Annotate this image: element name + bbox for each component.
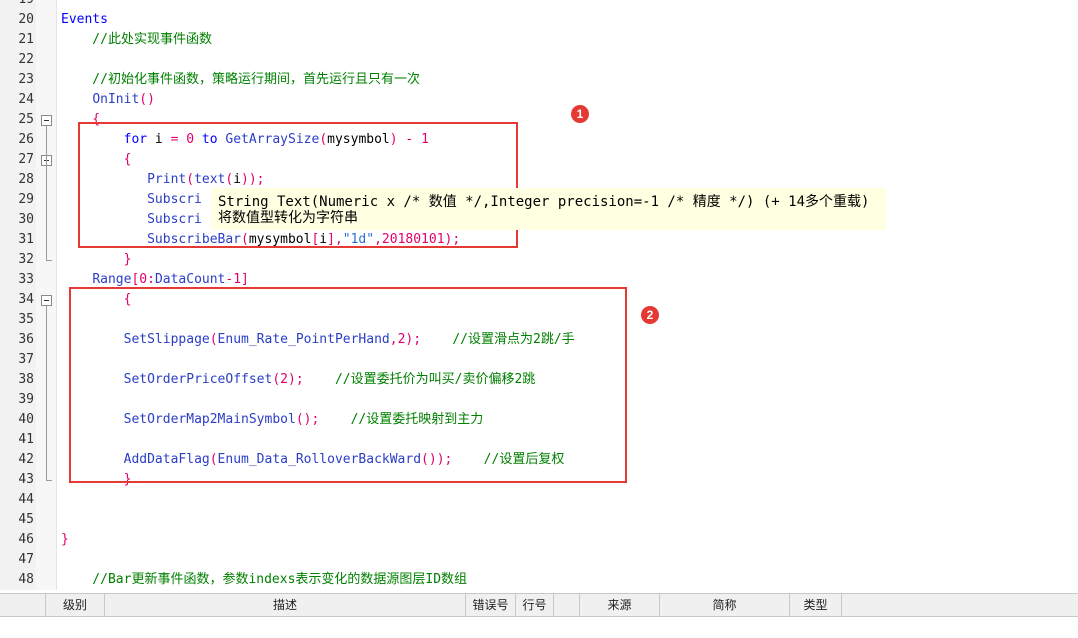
code-token: 0 <box>139 272 148 287</box>
column-header-error-no[interactable]: 错误号 <box>466 594 516 616</box>
annotation-badge-2: 2 <box>641 306 659 324</box>
code-token: } <box>61 252 132 267</box>
fold-guide-line <box>46 306 47 480</box>
line-number: 45 <box>18 512 34 527</box>
code-token: ] <box>241 272 249 287</box>
column-header-description[interactable]: 描述 <box>105 594 466 616</box>
line-number: 40 <box>18 412 34 427</box>
line-number: 43 <box>18 472 34 487</box>
column-header-short-name[interactable]: 简称 <box>660 594 790 616</box>
code-line[interactable]: Events <box>61 10 108 30</box>
line-number: 41 <box>18 432 34 447</box>
line-number: 35 <box>18 312 34 327</box>
code-token: OnInit <box>92 92 140 107</box>
code-token: 1 <box>233 272 242 287</box>
line-number: 48 <box>18 572 34 587</box>
line-number: 22 <box>18 52 34 67</box>
column-header-gap <box>554 594 580 616</box>
column-header-source[interactable]: 来源 <box>580 594 660 616</box>
fold-guide-line <box>46 126 47 260</box>
line-number: 19 <box>0 0 34 7</box>
code-line[interactable]: //Bar更新事件函数，参数indexs表示变化的数据源图层ID数组 <box>61 570 467 590</box>
line-number: 46 <box>18 532 34 547</box>
code-token: Events <box>61 12 108 27</box>
line-number: 32 <box>18 252 34 267</box>
line-number: 42 <box>18 452 34 467</box>
output-panel: 级别 描述 错误号 行号 来源 简称 类型 <box>0 590 1078 638</box>
line-number: 33 <box>18 272 34 287</box>
annotation-box-2 <box>69 287 627 483</box>
column-header-blank <box>0 594 46 616</box>
line-number: 29 <box>18 192 34 207</box>
line-number: 27 <box>18 152 34 167</box>
line-number: 23 <box>18 72 34 87</box>
line-number: 39 <box>18 392 34 407</box>
line-number: 36 <box>18 332 34 347</box>
line-number: 25 <box>18 112 34 127</box>
code-token: //Bar更新事件函数，参数indexs表示变化的数据源图层ID数组 <box>61 572 468 587</box>
fold-toggle-icon[interactable] <box>41 295 52 306</box>
code-token: //初始化事件函数，策略运行期间，首先运行且只有一次 <box>61 72 420 87</box>
code-editor[interactable]: 1920212223242526272829303132333435363738… <box>0 0 1078 590</box>
line-number: 31 <box>18 232 34 247</box>
line-number: 37 <box>18 352 34 367</box>
line-number: 47 <box>18 552 34 567</box>
line-number: 30 <box>18 212 34 227</box>
fold-guide-end <box>46 260 52 261</box>
code-token: () <box>139 92 155 107</box>
line-number: 20 <box>18 12 34 27</box>
line-number: 21 <box>18 32 34 47</box>
code-line[interactable]: //此处实现事件函数 <box>61 30 212 50</box>
code-line[interactable]: OnInit() <box>61 90 155 110</box>
line-number: 26 <box>18 132 34 147</box>
column-header-line-no[interactable]: 行号 <box>516 594 554 616</box>
code-line[interactable]: //初始化事件函数，策略运行期间，首先运行且只有一次 <box>61 70 420 90</box>
line-number: 24 <box>18 92 34 107</box>
code-line[interactable]: } <box>61 530 69 550</box>
fold-toggle-icon[interactable] <box>41 115 52 126</box>
fold-guide-end <box>46 480 52 481</box>
code-token: Range <box>92 272 132 287</box>
code-token: : <box>147 272 155 287</box>
code-token: } <box>61 532 69 547</box>
output-header-row: 级别 描述 错误号 行号 来源 简称 类型 <box>0 593 1078 617</box>
line-number: 44 <box>18 492 34 507</box>
line-number: 38 <box>18 372 34 387</box>
tooltip-description: 将数值型转化为字符串 <box>218 210 358 226</box>
column-header-level[interactable]: 级别 <box>46 594 105 616</box>
code-token: DataCount <box>154 272 226 287</box>
code-token: //此处实现事件函数 <box>61 32 212 47</box>
column-header-type[interactable]: 类型 <box>790 594 842 616</box>
annotation-badge-1: 1 <box>571 105 589 123</box>
line-number: 28 <box>18 172 34 187</box>
code-line[interactable]: } <box>61 250 132 270</box>
intellisense-tooltip: String Text(Numeric x /* 数值 */,Integer p… <box>211 188 886 230</box>
line-number: 34 <box>18 292 34 307</box>
